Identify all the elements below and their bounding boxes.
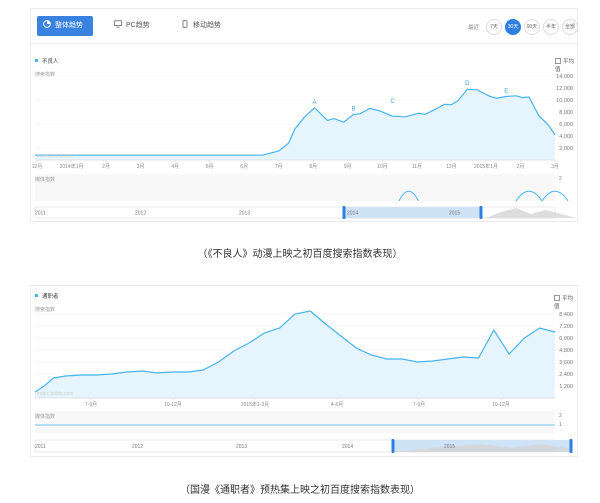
y-tick-label: 14,000 xyxy=(556,74,573,80)
media-index-tick: 2 xyxy=(559,413,562,419)
y-tick-label: 6,000 xyxy=(559,336,573,342)
chart-2-svg: 1,200 2,400 3,600 4,800 6,000 7,200 8,400 index… xyxy=(34,310,573,453)
timeline-handle-left xyxy=(342,206,346,219)
timeline-handle-right xyxy=(479,206,483,219)
timeline-year-label: 2012 xyxy=(132,444,143,450)
x-tick-label: 12月 xyxy=(32,164,43,170)
timeline-handle-right xyxy=(569,439,573,453)
caption-1: （《不良人》动漫上映之初百度搜索指数表现） xyxy=(197,249,403,260)
x-tick-label: 7-9月 xyxy=(85,402,97,408)
y-tick-label: 3,600 xyxy=(559,360,573,366)
series-area xyxy=(35,311,555,398)
timeline-selection xyxy=(344,207,481,218)
x-tick-label: 3月 xyxy=(551,164,559,170)
x-tick-label: 5月 xyxy=(206,164,214,170)
media-index-tick: 1 xyxy=(559,422,562,428)
y-tick-label: 2,400 xyxy=(559,372,573,378)
chart-1-svg: 2,000 4,000 6,000 8,000 10,000 12,000 14,000 in… xyxy=(32,74,576,219)
media-index-tick: 2 xyxy=(559,176,562,182)
x-tick-label: 10-12月 xyxy=(492,402,510,408)
y-tick-label: 8,000 xyxy=(559,110,573,116)
y-tick-label: 12,000 xyxy=(556,86,573,92)
watermark: index.baidu.com xyxy=(37,391,73,397)
x-tick-label: 3月 xyxy=(137,164,145,170)
annotation-b: B xyxy=(351,106,355,112)
y-tick-label: 7,200 xyxy=(559,324,573,330)
y-tick-label: 10,000 xyxy=(556,98,573,104)
x-tick-label: 6月 xyxy=(240,164,248,170)
media-index-label: 媒体指数 xyxy=(35,176,55,183)
annotation-a: A xyxy=(312,100,316,106)
y-tick-label: 8,400 xyxy=(559,312,573,318)
y-tick-label: 6,000 xyxy=(559,122,573,128)
x-tick-label: 7月 xyxy=(275,164,283,170)
y-tick-label: 2,000 xyxy=(559,146,573,152)
x-tick-label: 4-6月 xyxy=(331,402,343,408)
timeline-year-label: 2012 xyxy=(135,211,146,217)
timeline-year-label: 2013 xyxy=(236,444,247,450)
media-index-strip xyxy=(35,411,555,433)
y-tick-label: 4,000 xyxy=(559,134,573,140)
x-tick-label: 12月 xyxy=(446,164,457,170)
x-tick-label: 2月 xyxy=(517,164,525,170)
x-tick-label: 2015年1-3月 xyxy=(241,401,269,408)
x-tick-label: 8月 xyxy=(309,164,317,170)
timeline-year-label: 2011 xyxy=(35,211,46,217)
timeline-year-label: 2013 xyxy=(239,211,250,217)
annotation-d: D xyxy=(465,81,470,87)
x-tick-label: 7-9月 xyxy=(413,402,425,408)
x-tick-label: 2015年1月 xyxy=(474,163,498,170)
watermark: index.baidu.com xyxy=(37,153,73,159)
timeline-year-label: 2015 xyxy=(449,211,460,217)
x-tick-label: 10月 xyxy=(377,164,388,170)
x-tick-label: 10-12月 xyxy=(164,402,182,408)
x-tick-label: 11月 xyxy=(412,164,422,170)
x-tick-label: 4月 xyxy=(171,164,179,170)
annotation-c: C xyxy=(390,99,395,105)
caption-2: （国漫《通职者》预热集上映之初百度搜索指数表现） xyxy=(180,485,420,496)
chart-panel-1: 整体趋势 PC趋势 移动趋势 最近 7天 30天 90天 半年 全部 不良人 平… xyxy=(30,8,578,222)
timeline-year-label: 2011 xyxy=(35,444,46,450)
x-tick-label: 9月 xyxy=(344,164,352,170)
timeline-handle-left xyxy=(391,439,395,453)
y-tick-label: 1,200 xyxy=(559,384,573,390)
chart-panel-2: 通职者 平均值 搜索指数 1,200 2,400 3,600 4,800 6,000 7,… xyxy=(30,285,578,457)
x-tick-label: 2月 xyxy=(102,164,110,170)
timeline-year-label: 2014 xyxy=(342,444,353,450)
x-tick-label: 2014年1月 xyxy=(60,163,84,170)
annotation-e: E xyxy=(504,88,508,94)
y-tick-label: 4,800 xyxy=(559,348,573,354)
media-index-label: 媒体指数 xyxy=(35,413,55,420)
media-index-strip xyxy=(35,174,555,201)
timeline-year-label: 2015 xyxy=(444,444,455,450)
timeline-year-label: 2014 xyxy=(347,211,358,217)
